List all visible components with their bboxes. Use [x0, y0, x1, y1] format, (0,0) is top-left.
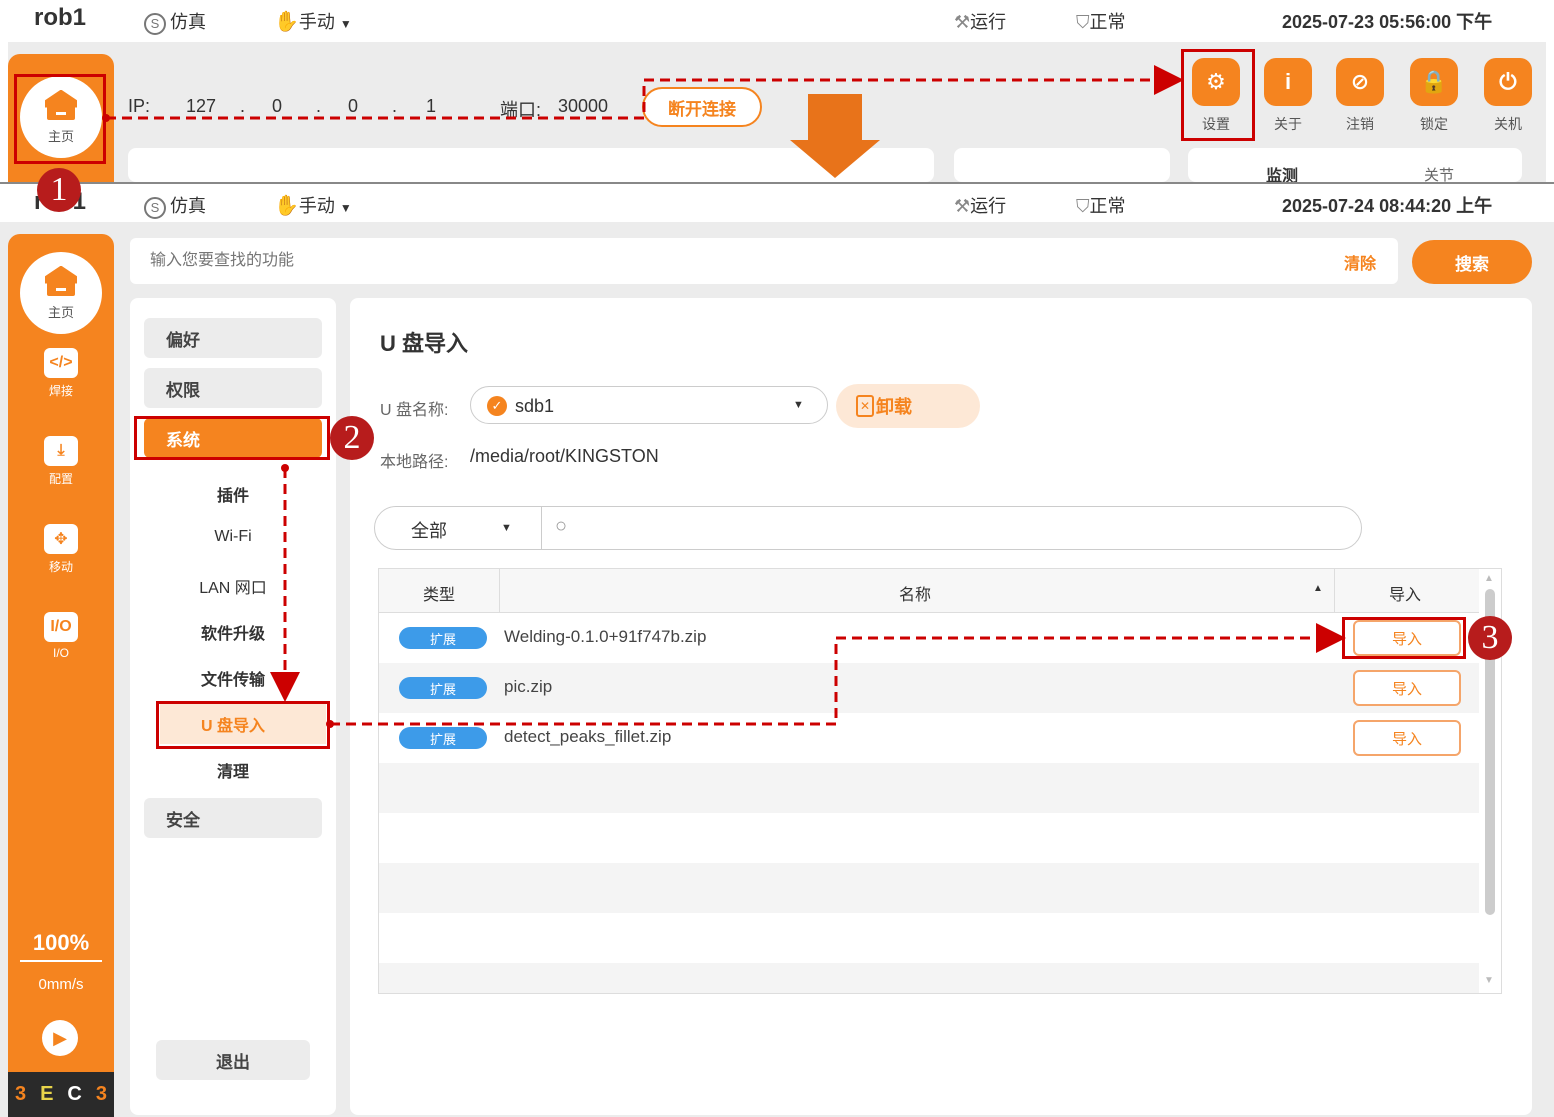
arrow-dot: [326, 720, 334, 728]
annotation-arrows: [102, 65, 1346, 728]
arrow-home-to-settings: [106, 65, 1184, 120]
arrow-dot: [102, 114, 110, 122]
arrow-dot: [281, 464, 289, 472]
arrow-usb-to-import: [330, 623, 1346, 726]
